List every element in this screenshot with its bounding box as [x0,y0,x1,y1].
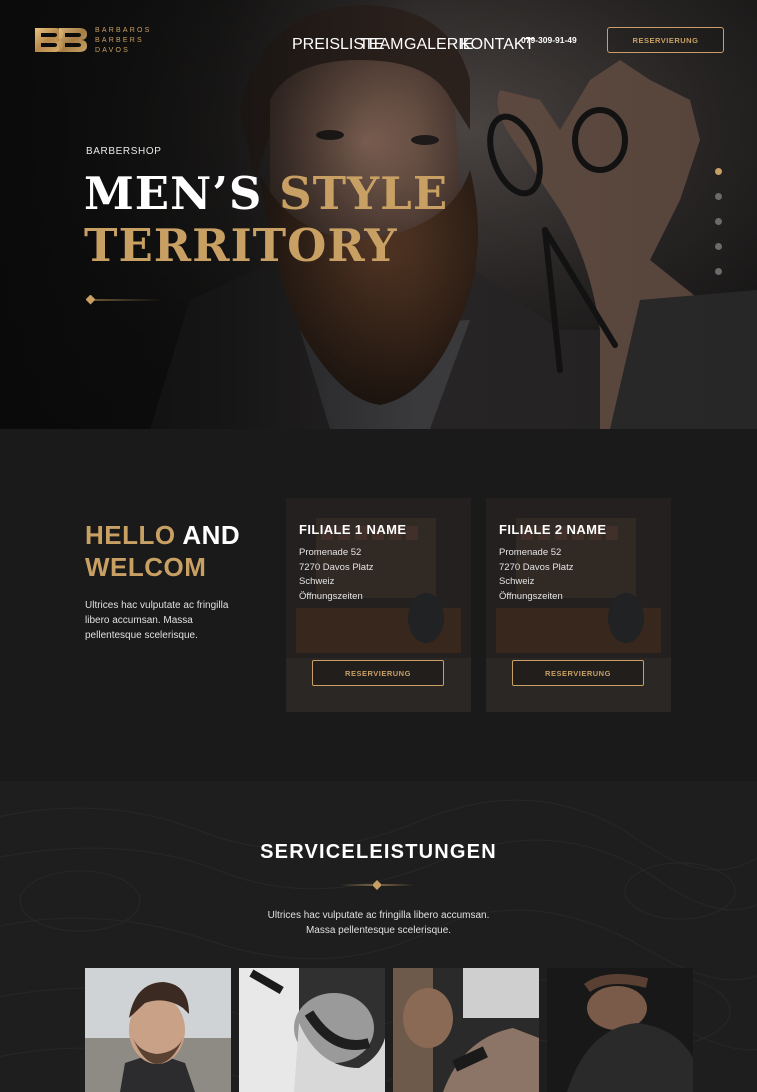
branch-2-street: Promenade 52 [499,547,562,558]
service-image-haircut[interactable] [85,968,231,1092]
services-text-line-1: Ultrices hac vulputate ac fringilla libe… [267,910,490,921]
branch-1-city: 7270 Davos Platz [299,561,374,573]
branch-1-reservation-button[interactable]: RESERVIERUNG [312,660,444,686]
service-photo-2 [239,968,385,1092]
services-text: Ultrices hac vulputate ac fringilla libe… [0,908,757,938]
welcome-title: HELLO AND WELCOM [85,519,240,583]
service-image-shave[interactable] [547,968,693,1092]
slider-dot-1[interactable] [715,168,722,175]
service-image-beard[interactable] [239,968,385,1092]
logo-line-3: DAVOS [95,46,130,54]
branch-1-street: Promenade 52 [299,547,362,558]
services-diamond-divider [340,880,414,890]
branch-1-details: Promenade 52 7270 Davos Platz Schweiz Öf… [299,546,373,604]
logo-mark-icon [35,28,87,52]
hero-diamond-divider [86,295,162,305]
hero-section: BARBAROS BARBERS DAVOS PREISLISTE TEAM G… [0,0,757,429]
hero-title-part3: TERRITORY [84,219,398,272]
logo-line-2: BARBERS [95,36,144,44]
logo[interactable]: BARBAROS BARBERS DAVOS [33,24,152,56]
services-text-line-2: Massa pellentesque scelerisque. [305,925,452,936]
hero-title-part2: STYLE [279,167,449,220]
branch-2-hours: Öffnungszeiten [499,590,563,602]
service-image-clipper[interactable] [393,968,539,1092]
reservation-button-header[interactable]: RESERVIERUNG [607,27,724,53]
services-section: SERVICELEISTUNGEN Ultrices hac vulputate… [0,781,757,1092]
nav-team[interactable]: TEAM [359,36,403,54]
hero-title: MEN’S STYLE TERRITORY [84,168,448,272]
service-photo-1 [85,968,231,1092]
slider-dot-5[interactable] [715,268,722,275]
welcome-text: Ultrices hac vulputate ac fringilla libe… [85,600,229,641]
slider-dot-3[interactable] [715,218,722,225]
logo-line-1: BARBAROS [95,26,152,34]
welcome-title-white: AND [175,520,241,550]
hero-title-part1: MEN’S [84,167,280,220]
branch-card-1: FILIALE 1 NAME Promenade 52 7270 Davos P… [286,498,471,712]
hero-eyebrow: BARBERSHOP [86,146,162,157]
branch-2-reservation-button[interactable]: RESERVIERUNG [512,660,644,686]
branch-2-city: 7270 Davos Platz [499,561,574,573]
slider-dot-4[interactable] [715,243,722,250]
branch-1-hours: Öffnungszeiten [299,590,363,602]
branch-card-2: FILIALE 2 NAME Promenade 52 7270 Davos P… [486,498,671,712]
branch-2-country: Schweiz [499,576,535,587]
slider-dot-2[interactable] [715,193,722,200]
branch-2-name: FILIALE 2 NAME [499,522,607,537]
branch-1-country: Schweiz [299,576,335,587]
welcome-title-gold-1: HELLO [85,520,176,550]
service-photo-4 [547,968,693,1092]
welcome-section: HELLO AND WELCOM Ultrices hac vulputate … [0,429,757,781]
hero-slider-dots [715,168,722,275]
services-title: SERVICELEISTUNGEN [260,841,497,863]
branch-1-name: FILIALE 1 NAME [299,522,407,537]
service-photo-3 [393,968,539,1092]
welcome-title-gold-2: WELCOM [85,552,207,582]
branch-2-details: Promenade 52 7270 Davos Platz Schweiz Öf… [499,546,573,604]
logo-text: BARBAROS BARBERS DAVOS [95,26,152,55]
phone-link[interactable]: 079-309-91-49 [521,35,577,45]
